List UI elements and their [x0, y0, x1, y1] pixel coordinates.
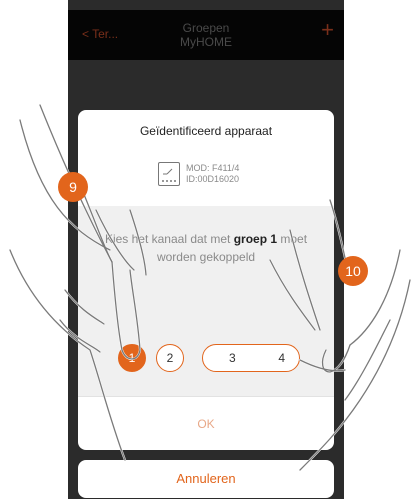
step-marker-9: 9 — [58, 172, 88, 202]
channel-3-label: 3 — [229, 351, 236, 365]
channel-2-button[interactable]: 2 — [156, 344, 184, 372]
page-subtitle-text: MyHOME — [180, 35, 232, 49]
channel-4-label: 4 — [278, 351, 285, 365]
device-model: MOD: F411/4 — [186, 163, 240, 173]
channel-1-button[interactable]: 1 — [118, 344, 146, 372]
cancel-button[interactable]: Annuleren — [78, 460, 334, 498]
channel-3-4-button[interactable]: 3 4 — [202, 344, 300, 372]
navbar: < Ter... Groepen MyHOME + — [68, 10, 344, 60]
page-title-text: Groepen — [182, 21, 230, 35]
device-icon — [158, 162, 180, 186]
app-screen: < Ter... Groepen MyHOME + Geïdentificeer… — [68, 0, 344, 499]
dialog-title: Geïdentificeerd apparaat — [139, 124, 273, 138]
page-title: Groepen MyHOME — [68, 21, 344, 49]
device-info: MOD: F411/4 ID:00D16020 — [186, 163, 239, 185]
ok-button[interactable]: OK — [78, 396, 334, 450]
step-marker-10: 10 — [338, 256, 368, 286]
add-button[interactable]: + — [321, 19, 334, 41]
instruction-group: groep 1 — [233, 232, 278, 246]
instruction-pre: Kies het kanaal dat met — [104, 232, 234, 246]
identified-device-dialog: Geïdentificeerd apparaat MOD: F411/4 ID:… — [78, 110, 334, 450]
instruction-text: Kies het kanaal dat met groep 1 moet wor… — [84, 230, 328, 266]
device-id: ID:00D16020 — [186, 174, 240, 184]
